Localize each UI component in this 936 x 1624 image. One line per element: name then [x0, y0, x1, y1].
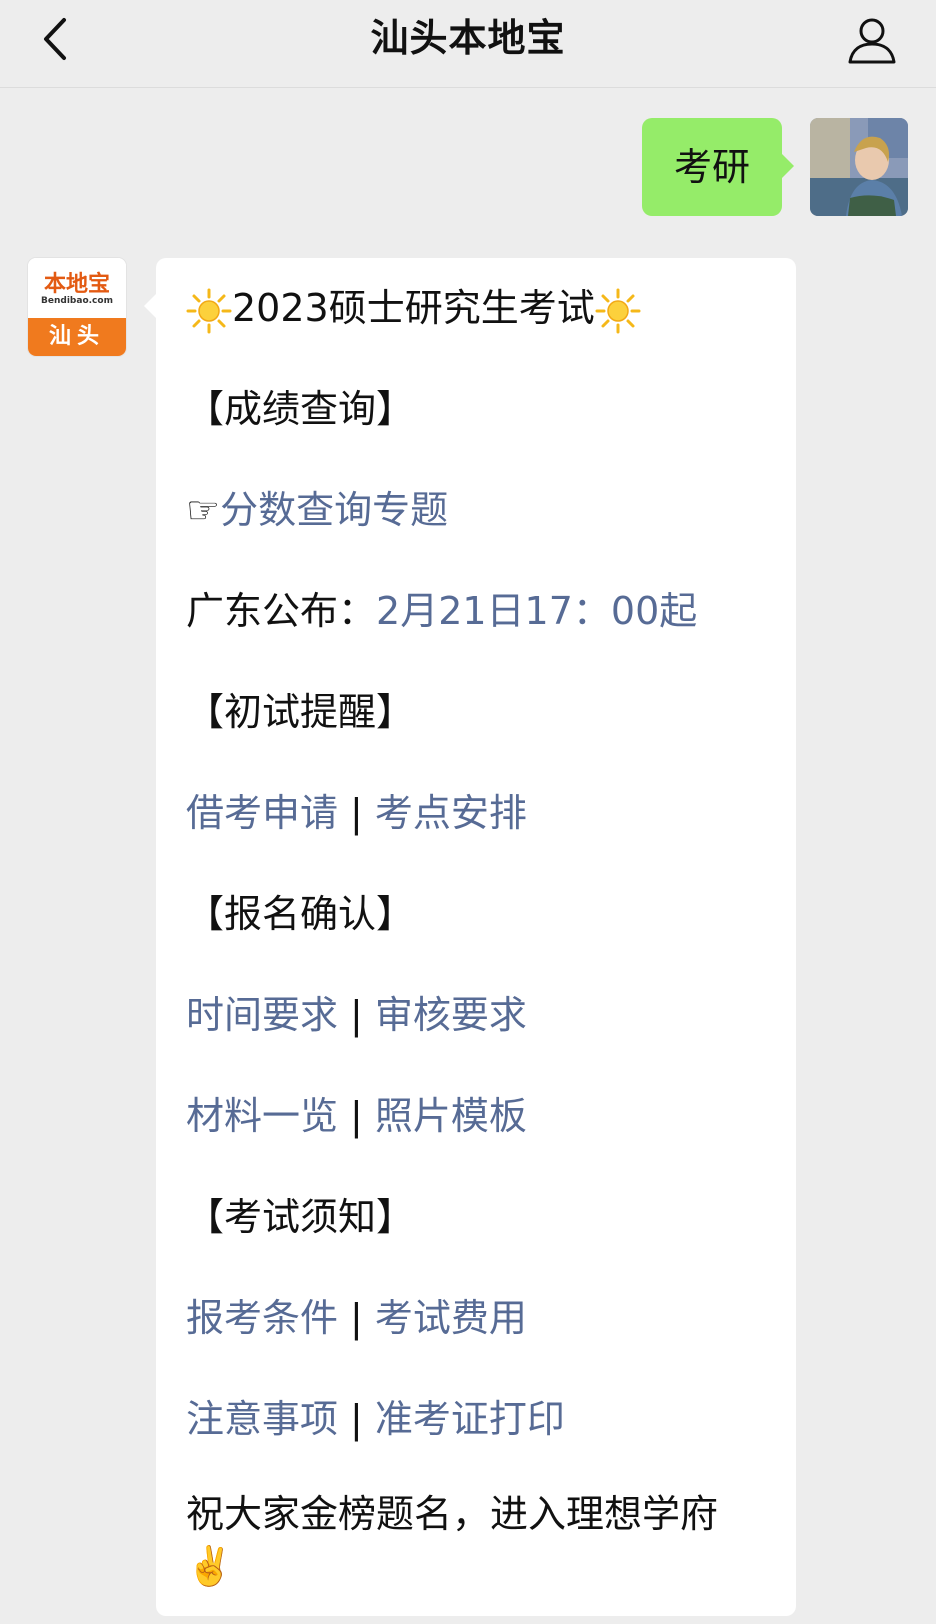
reply-title: 2023硕士研究生考试	[232, 286, 595, 330]
section-heading: 【报名确认】	[186, 892, 415, 936]
closing-message: 祝大家金榜题名，进入理想学府	[186, 1492, 719, 1536]
section-heading: 【成绩查询】	[186, 387, 415, 431]
link-row: 借考申请 | 考点安排	[186, 781, 766, 882]
publish-label: 广东公布：	[186, 589, 377, 633]
avatar-image	[810, 118, 908, 216]
brand-avatar[interactable]: 本地宝 Bendibao.com 汕头	[28, 258, 126, 356]
sun-icon	[595, 288, 641, 333]
materials-link[interactable]: 材料一览	[186, 1094, 338, 1138]
profile-button[interactable]	[844, 12, 900, 68]
section-heading: 【初试提醒】	[186, 690, 415, 734]
publish-line: 广东公布：2月21日17：00起	[186, 579, 766, 680]
link-row: 报考条件 | 考试费用	[186, 1286, 766, 1387]
conditions-link[interactable]: 报考条件	[186, 1296, 338, 1340]
reply-title-line: 2023硕士研究生考试	[186, 276, 766, 377]
brand-url: Bendibao.com	[41, 296, 113, 306]
link-row: 材料一览 | 照片模板	[186, 1084, 766, 1185]
separator: |	[350, 993, 363, 1037]
review-requirement-link[interactable]: 审核要求	[375, 993, 527, 1037]
nav-bar: 汕头本地宝	[0, 0, 936, 88]
sent-bubble[interactable]: 考研	[641, 118, 795, 216]
pointing-hand-icon: ☞	[186, 488, 221, 532]
section-heading: 【考试须知】	[186, 1195, 415, 1239]
reply-bubble: 2023硕士研究生考试 【成绩查询】 ☞分数查询专题 广东公布：2月21日17：…	[144, 258, 796, 1616]
brand-avatar-top: 本地宝 Bendibao.com	[28, 258, 126, 318]
photo-template-link[interactable]: 照片模板	[375, 1094, 527, 1138]
closing-text: 祝大家金榜题名，进入理想学府 ✌️	[186, 1488, 766, 1592]
time-requirement-link[interactable]: 时间要求	[186, 993, 338, 1037]
brand-city: 汕头	[28, 318, 126, 356]
score-query-link[interactable]: 分数查询专题	[220, 488, 448, 532]
separator: |	[350, 791, 363, 835]
admission-ticket-link[interactable]: 准考证打印	[375, 1397, 565, 1441]
separator: |	[350, 1094, 363, 1138]
notes-link[interactable]: 注意事项	[186, 1397, 338, 1441]
borrow-exam-link[interactable]: 借考申请	[186, 791, 338, 835]
link-row: 时间要求 | 审核要求	[186, 983, 766, 1084]
victory-hand-icon: ✌️	[186, 1544, 234, 1588]
separator: |	[350, 1397, 363, 1441]
sun-icon	[186, 288, 232, 333]
user-icon	[848, 18, 896, 64]
publish-time: 2月21日17：00起	[376, 589, 698, 633]
chat-title: 汕头本地宝	[370, 16, 566, 60]
user-avatar[interactable]	[810, 118, 908, 216]
separator: |	[350, 1296, 363, 1340]
fees-link[interactable]: 考试费用	[375, 1296, 527, 1340]
brand-logo: 本地宝	[43, 271, 110, 297]
score-link-line: ☞分数查询专题	[186, 478, 766, 579]
exam-site-link[interactable]: 考点安排	[375, 791, 527, 835]
sent-message: 考研	[641, 118, 908, 216]
link-row: 注意事项 | 准考证打印	[186, 1387, 766, 1488]
sent-text: 考研	[673, 145, 750, 189]
